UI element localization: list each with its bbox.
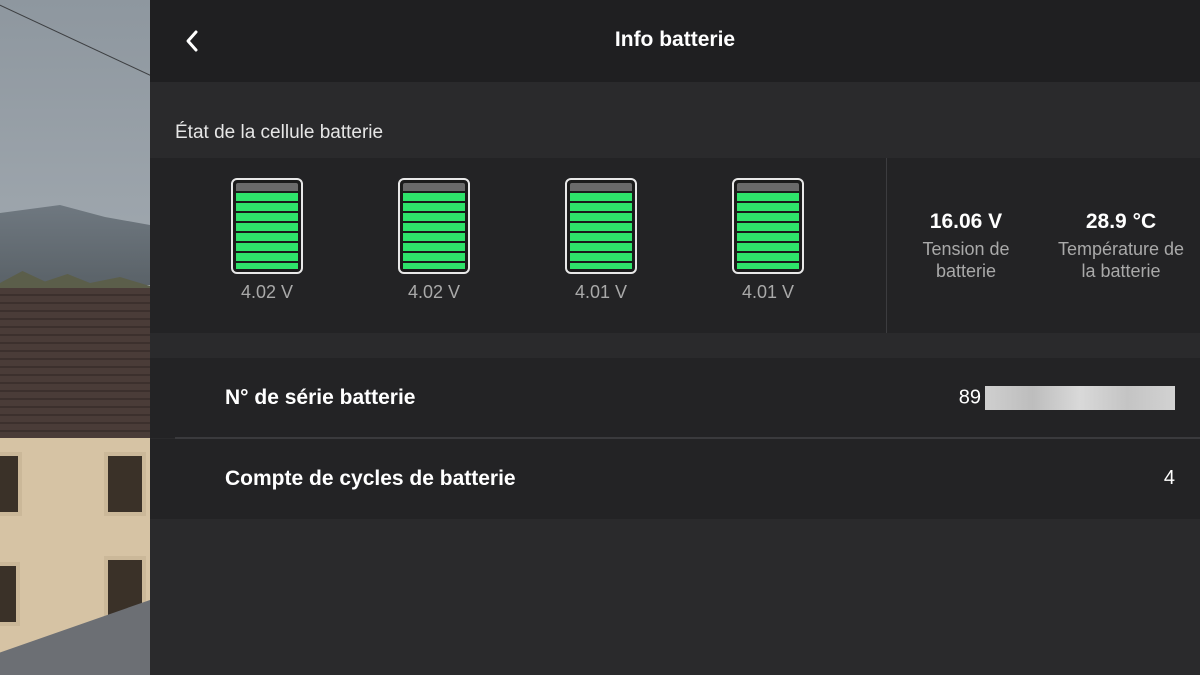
battery-cell-fill (403, 193, 465, 269)
battery-cell-fill (737, 193, 799, 269)
house-window (0, 452, 22, 516)
battery-voltage-stat: 16.06 V Tension de batterie (906, 210, 1026, 282)
serial-number-label: N° de série batterie (225, 386, 416, 409)
battery-cell-2: 4.02 V (396, 178, 472, 303)
battery-temperature-label: Température de la batterie (1057, 239, 1185, 281)
cell-status-block: 4.02 V 4.02 V 4.01 V 4.01 V 16.06 V Tens… (150, 158, 1200, 333)
battery-voltage-label: Tension de batterie (922, 239, 1010, 281)
battery-cell-fill (570, 193, 632, 269)
page-title: Info batterie (614, 28, 736, 51)
battery-cell-voltage: 4.02 V (407, 282, 461, 302)
house-roof (0, 288, 150, 438)
battery-cell-icon (231, 178, 303, 274)
battery-cell-3: 4.01 V (563, 178, 639, 303)
cells-divider (886, 158, 887, 333)
serial-number-value: 89 (959, 386, 1175, 410)
serial-number-row: N° de série batterie 89 (150, 358, 1200, 438)
camera-background (0, 0, 150, 675)
house-window (0, 562, 20, 626)
battery-temperature-value: 28.9 °C (1085, 210, 1157, 233)
battery-cell-4: 4.01 V (730, 178, 806, 303)
battery-cell-icon (565, 178, 637, 274)
battery-info-panel: Info batterie État de la cellule batteri… (150, 0, 1200, 675)
cycle-count-value: 4 (1163, 467, 1175, 489)
redacted-serial (985, 386, 1175, 410)
battery-cell-1: 4.02 V (229, 178, 305, 303)
battery-voltage-value: 16.06 V (929, 210, 1003, 233)
battery-cell-voltage: 4.01 V (574, 282, 628, 302)
house-window (104, 452, 146, 516)
battery-cell-voltage: 4.01 V (741, 282, 795, 302)
battery-cell-fill (236, 193, 298, 269)
battery-cell-voltage: 4.02 V (240, 282, 294, 302)
battery-cell-icon (732, 178, 804, 274)
power-line (0, 0, 150, 82)
cell-status-label: État de la cellule batterie (175, 122, 384, 143)
battery-temperature-stat: 28.9 °C Température de la batterie (1046, 210, 1196, 282)
battery-cell-icon (398, 178, 470, 274)
cycle-count-label: Compte de cycles de batterie (225, 467, 516, 490)
cycle-count-row: Compte de cycles de batterie 4 (150, 439, 1200, 519)
header-bar: Info batterie (150, 0, 1200, 82)
